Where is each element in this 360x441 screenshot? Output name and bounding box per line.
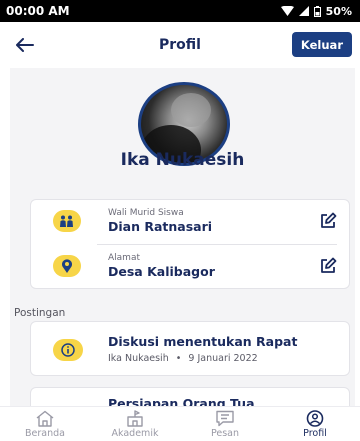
avatar-photo-highlight — [171, 93, 211, 127]
post-author: Ika Nukaesih — [108, 353, 169, 364]
status-time: 00:00 AM — [6, 4, 70, 18]
nav-beranda[interactable]: Beranda — [0, 407, 90, 441]
nav-label: Akademik — [111, 427, 159, 439]
post-title: Diskusi menentukan Rapat — [108, 334, 298, 349]
nav-pesan[interactable]: Pesan — [180, 407, 270, 441]
nav-label: Pesan — [210, 427, 240, 439]
edit-guardian-button[interactable] — [319, 212, 337, 230]
back-button[interactable] — [16, 34, 40, 56]
profile-info-card: Wali Murid Siswa Dian Ratnasari Alamat D… — [30, 199, 350, 289]
nav-label: Profil — [303, 427, 327, 439]
location-pin-icon — [53, 255, 81, 277]
status-bar: 00:00 AM 50% — [0, 0, 360, 22]
address-label: Alamat — [108, 253, 140, 263]
info-icon — [53, 339, 83, 361]
message-icon — [216, 410, 234, 426]
page-title: Profil — [159, 37, 201, 53]
status-icons: 50% — [280, 4, 352, 18]
post-card[interactable]: Persiapan Orang Tua — [30, 387, 350, 406]
profile-name: Ika Nukaesih — [120, 150, 245, 170]
battery-percent: 50% — [325, 4, 352, 18]
address-value: Desa Kalibagor — [108, 264, 215, 279]
nav-akademik[interactable]: Akademik — [90, 407, 180, 441]
post-date: 9 Januari 2022 — [188, 353, 258, 364]
guardian-label: Wali Murid Siswa — [108, 208, 184, 218]
home-icon — [36, 410, 54, 427]
profile-content[interactable]: Ika Nukaesih Wali Murid Siswa Dian Ratna… — [10, 68, 355, 406]
logout-button[interactable]: Keluar — [291, 32, 352, 57]
address-row: Alamat Desa Kalibagor — [31, 245, 351, 289]
signal-icon — [298, 6, 309, 16]
edit-icon — [321, 257, 337, 273]
bottom-nav: Beranda Akademik Pesan Profil — [0, 406, 360, 441]
school-icon — [127, 409, 143, 427]
post-meta: Ika Nukaesih • 9 Januari 2022 — [108, 353, 258, 364]
post-card[interactable]: Diskusi menentukan Rapat Ika Nukaesih • … — [30, 321, 350, 376]
posts-section-label: Postingan — [14, 307, 66, 319]
arrow-left-icon — [16, 38, 34, 52]
wifi-icon — [280, 6, 294, 16]
post-title: Persiapan Orang Tua — [108, 396, 255, 406]
family-icon — [53, 210, 81, 232]
post-separator: • — [175, 353, 182, 364]
guardian-row: Wali Murid Siswa Dian Ratnasari — [31, 200, 351, 244]
app-header: Profil Keluar — [0, 22, 360, 68]
guardian-name: Dian Ratnasari — [108, 219, 213, 234]
battery-icon — [313, 5, 321, 17]
profile-icon — [306, 409, 324, 427]
edit-address-button[interactable] — [319, 257, 337, 275]
edit-icon — [321, 212, 337, 228]
nav-profil[interactable]: Profil — [270, 407, 360, 441]
nav-label: Beranda — [25, 427, 65, 439]
